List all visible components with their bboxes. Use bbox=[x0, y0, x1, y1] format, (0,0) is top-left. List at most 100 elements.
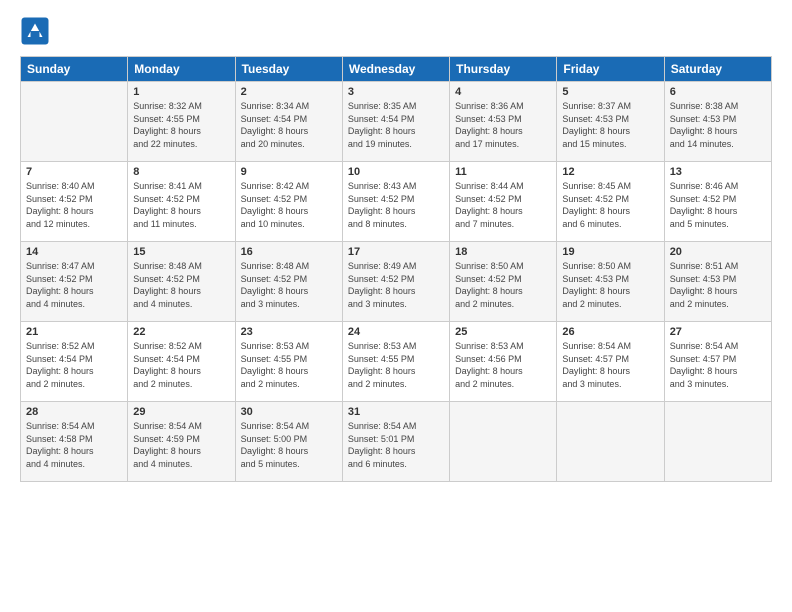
day-number: 4 bbox=[455, 86, 551, 98]
day-number: 7 bbox=[26, 166, 122, 178]
calendar-cell: 5 Sunrise: 8:37 AM Sunset: 4:53 PM Daylig… bbox=[557, 82, 664, 162]
calendar-cell: 4 Sunrise: 8:36 AM Sunset: 4:53 PM Daylig… bbox=[450, 82, 557, 162]
cell-info: Sunrise: 8:53 AM Sunset: 4:55 PM Dayligh… bbox=[241, 340, 337, 390]
day-number: 31 bbox=[348, 406, 444, 418]
calendar-cell: 24Sunrise: 8:53 AM Sunset: 4:55 PM Dayli… bbox=[342, 322, 449, 402]
day-number: 10 bbox=[348, 166, 444, 178]
day-number: 19 bbox=[562, 246, 658, 258]
logo-icon bbox=[20, 16, 50, 46]
cell-info: Sunrise: 8:42 AM Sunset: 4:52 PM Dayligh… bbox=[241, 180, 337, 230]
day-number: 3 bbox=[348, 86, 444, 98]
cell-info: Sunrise: 8:34 AM Sunset: 4:54 PM Dayligh… bbox=[241, 100, 337, 150]
logo bbox=[20, 16, 54, 46]
week-row-1: 1Sunrise: 8:32 AM Sunset: 4:55 PM Daylig… bbox=[21, 82, 772, 162]
cell-info: Sunrise: 8:45 AM Sunset: 4:52 PM Dayligh… bbox=[562, 180, 658, 230]
day-number: 21 bbox=[26, 326, 122, 338]
day-number: 12 bbox=[562, 166, 658, 178]
calendar-cell: 22 Sunrise: 8:52 AM Sunset: 4:54 PM Dayli… bbox=[128, 322, 235, 402]
day-header-friday: Friday bbox=[557, 57, 664, 82]
cell-info: Sunrise: 8:32 AM Sunset: 4:55 PM Dayligh… bbox=[133, 100, 229, 150]
cell-info: Sunrise: 8:52 AM Sunset: 4:54 PM Dayligh… bbox=[26, 340, 122, 390]
header bbox=[20, 16, 772, 46]
cell-info: Sunrise: 8:50 AM Sunset: 4:53 PM Dayligh… bbox=[562, 260, 658, 310]
calendar-cell: 20 Sunrise: 8:51 AM Sunset: 4:53 PM Dayli… bbox=[664, 242, 771, 322]
week-row-4: 21 Sunrise: 8:52 AM Sunset: 4:54 PM Dayli… bbox=[21, 322, 772, 402]
calendar-cell: 10 Sunrise: 8:43 AM Sunset: 4:52 PM Dayli… bbox=[342, 162, 449, 242]
day-number: 29 bbox=[133, 406, 229, 418]
calendar-table: SundayMondayTuesdayWednesdayThursdayFrid… bbox=[20, 56, 772, 482]
cell-info: Sunrise: 8:41 AM Sunset: 4:52 PM Dayligh… bbox=[133, 180, 229, 230]
day-number: 26 bbox=[562, 326, 658, 338]
day-header-wednesday: Wednesday bbox=[342, 57, 449, 82]
day-number: 22 bbox=[133, 326, 229, 338]
calendar-cell: 11 Sunrise: 8:44 AM Sunset: 4:52 PM Dayli… bbox=[450, 162, 557, 242]
calendar-cell: 6 Sunrise: 8:38 AM Sunset: 4:53 PM Daylig… bbox=[664, 82, 771, 162]
cell-info: Sunrise: 8:54 AM Sunset: 4:57 PM Dayligh… bbox=[562, 340, 658, 390]
calendar-cell: 27 Sunrise: 8:54 AM Sunset: 4:57 PM Dayli… bbox=[664, 322, 771, 402]
cell-info: Sunrise: 8:50 AM Sunset: 4:52 PM Dayligh… bbox=[455, 260, 551, 310]
calendar-cell: 31 Sunrise: 8:54 AM Sunset: 5:01 PM Dayli… bbox=[342, 402, 449, 482]
calendar-cell: 29Sunrise: 8:54 AM Sunset: 4:59 PM Dayli… bbox=[128, 402, 235, 482]
day-number: 30 bbox=[241, 406, 337, 418]
day-number: 8 bbox=[133, 166, 229, 178]
calendar-cell: 1Sunrise: 8:32 AM Sunset: 4:55 PM Daylig… bbox=[128, 82, 235, 162]
calendar-cell bbox=[21, 82, 128, 162]
cell-info: Sunrise: 8:36 AM Sunset: 4:53 PM Dayligh… bbox=[455, 100, 551, 150]
day-number: 20 bbox=[670, 246, 766, 258]
day-header-sunday: Sunday bbox=[21, 57, 128, 82]
week-row-2: 7Sunrise: 8:40 AM Sunset: 4:52 PM Daylig… bbox=[21, 162, 772, 242]
day-number: 18 bbox=[455, 246, 551, 258]
day-number: 6 bbox=[670, 86, 766, 98]
page: SundayMondayTuesdayWednesdayThursdayFrid… bbox=[0, 0, 792, 612]
calendar-cell bbox=[557, 402, 664, 482]
calendar-cell: 13 Sunrise: 8:46 AM Sunset: 4:52 PM Dayli… bbox=[664, 162, 771, 242]
cell-info: Sunrise: 8:53 AM Sunset: 4:55 PM Dayligh… bbox=[348, 340, 444, 390]
cell-info: Sunrise: 8:54 AM Sunset: 4:58 PM Dayligh… bbox=[26, 420, 122, 470]
cell-info: Sunrise: 8:52 AM Sunset: 4:54 PM Dayligh… bbox=[133, 340, 229, 390]
calendar-cell: 12 Sunrise: 8:45 AM Sunset: 4:52 PM Dayli… bbox=[557, 162, 664, 242]
calendar-cell: 7Sunrise: 8:40 AM Sunset: 4:52 PM Daylig… bbox=[21, 162, 128, 242]
cell-info: Sunrise: 8:35 AM Sunset: 4:54 PM Dayligh… bbox=[348, 100, 444, 150]
calendar-cell: 19 Sunrise: 8:50 AM Sunset: 4:53 PM Dayli… bbox=[557, 242, 664, 322]
cell-info: Sunrise: 8:53 AM Sunset: 4:56 PM Dayligh… bbox=[455, 340, 551, 390]
cell-info: Sunrise: 8:48 AM Sunset: 4:52 PM Dayligh… bbox=[133, 260, 229, 310]
cell-info: Sunrise: 8:48 AM Sunset: 4:52 PM Dayligh… bbox=[241, 260, 337, 310]
day-number: 15 bbox=[133, 246, 229, 258]
calendar-cell bbox=[450, 402, 557, 482]
cell-info: Sunrise: 8:46 AM Sunset: 4:52 PM Dayligh… bbox=[670, 180, 766, 230]
day-number: 23 bbox=[241, 326, 337, 338]
day-number: 16 bbox=[241, 246, 337, 258]
cell-info: Sunrise: 8:54 AM Sunset: 5:00 PM Dayligh… bbox=[241, 420, 337, 470]
calendar-cell: 30 Sunrise: 8:54 AM Sunset: 5:00 PM Dayli… bbox=[235, 402, 342, 482]
cell-info: Sunrise: 8:44 AM Sunset: 4:52 PM Dayligh… bbox=[455, 180, 551, 230]
calendar-cell: 2Sunrise: 8:34 AM Sunset: 4:54 PM Daylig… bbox=[235, 82, 342, 162]
day-header-thursday: Thursday bbox=[450, 57, 557, 82]
cell-info: Sunrise: 8:49 AM Sunset: 4:52 PM Dayligh… bbox=[348, 260, 444, 310]
day-number: 5 bbox=[562, 86, 658, 98]
cell-info: Sunrise: 8:51 AM Sunset: 4:53 PM Dayligh… bbox=[670, 260, 766, 310]
cell-info: Sunrise: 8:54 AM Sunset: 5:01 PM Dayligh… bbox=[348, 420, 444, 470]
calendar-cell: 9 Sunrise: 8:42 AM Sunset: 4:52 PM Daylig… bbox=[235, 162, 342, 242]
day-number: 27 bbox=[670, 326, 766, 338]
day-number: 28 bbox=[26, 406, 122, 418]
day-number: 11 bbox=[455, 166, 551, 178]
calendar-cell: 18 Sunrise: 8:50 AM Sunset: 4:52 PM Dayli… bbox=[450, 242, 557, 322]
cell-info: Sunrise: 8:54 AM Sunset: 4:57 PM Dayligh… bbox=[670, 340, 766, 390]
day-number: 17 bbox=[348, 246, 444, 258]
day-number: 9 bbox=[241, 166, 337, 178]
day-header-saturday: Saturday bbox=[664, 57, 771, 82]
cell-info: Sunrise: 8:38 AM Sunset: 4:53 PM Dayligh… bbox=[670, 100, 766, 150]
calendar-cell: 3 Sunrise: 8:35 AM Sunset: 4:54 PM Daylig… bbox=[342, 82, 449, 162]
calendar-cell: 21 Sunrise: 8:52 AM Sunset: 4:54 PM Dayli… bbox=[21, 322, 128, 402]
week-row-5: 28 Sunrise: 8:54 AM Sunset: 4:58 PM Dayli… bbox=[21, 402, 772, 482]
cell-info: Sunrise: 8:43 AM Sunset: 4:52 PM Dayligh… bbox=[348, 180, 444, 230]
cell-info: Sunrise: 8:37 AM Sunset: 4:53 PM Dayligh… bbox=[562, 100, 658, 150]
calendar-cell: 8 Sunrise: 8:41 AM Sunset: 4:52 PM Daylig… bbox=[128, 162, 235, 242]
calendar-cell: 17 Sunrise: 8:49 AM Sunset: 4:52 PM Dayli… bbox=[342, 242, 449, 322]
calendar-cell: 25 Sunrise: 8:53 AM Sunset: 4:56 PM Dayli… bbox=[450, 322, 557, 402]
calendar-cell: 16 Sunrise: 8:48 AM Sunset: 4:52 PM Dayli… bbox=[235, 242, 342, 322]
day-number: 13 bbox=[670, 166, 766, 178]
day-number: 25 bbox=[455, 326, 551, 338]
calendar-cell bbox=[664, 402, 771, 482]
calendar-cell: 14Sunrise: 8:47 AM Sunset: 4:52 PM Dayli… bbox=[21, 242, 128, 322]
